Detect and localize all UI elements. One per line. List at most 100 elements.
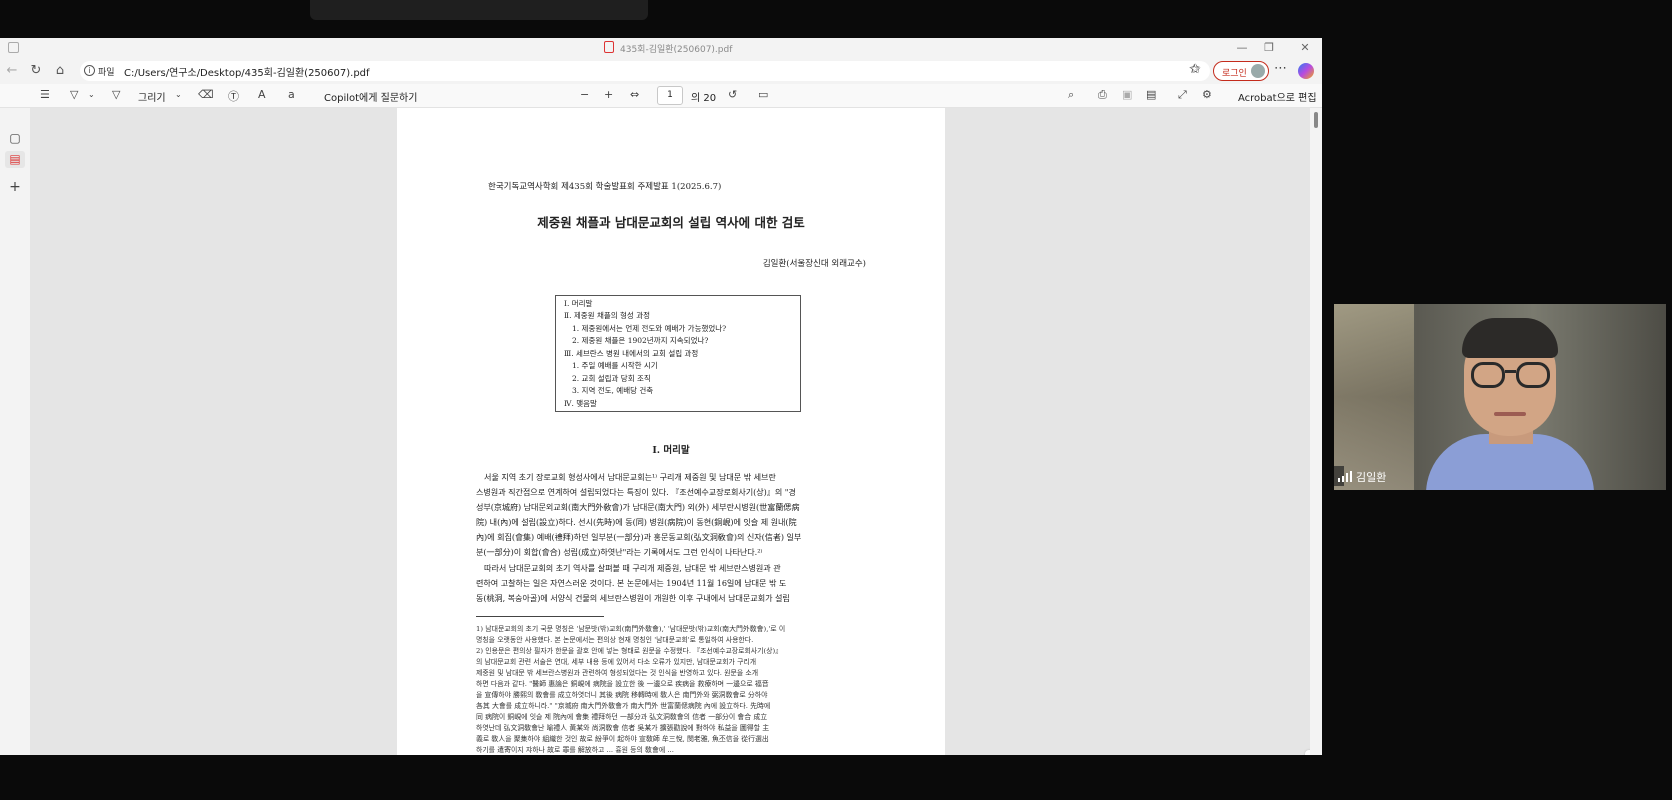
footnote-divider bbox=[476, 616, 604, 617]
copilot-icon[interactable] bbox=[1298, 63, 1314, 79]
scrollbar-thumb[interactable] bbox=[1314, 112, 1318, 128]
fullscreen-icon[interactable]: ⤢ bbox=[1178, 88, 1187, 102]
screen-share-bar bbox=[310, 0, 648, 20]
toc-item: Ⅳ. 맺음말 bbox=[564, 399, 597, 408]
favorites-icon[interactable]: ✩ bbox=[1190, 62, 1201, 77]
print-icon[interactable]: ⎙ bbox=[1098, 88, 1107, 102]
pdf-toolbar: ☰ ▽ ⌄ ▽ 그리기 ⌄ ⌫ Ⓣ A a Copilot에게 질문하기 − +… bbox=[0, 84, 1322, 108]
body-line: 동(桃洞, 복숭아골)에 서양식 건물의 세브란스병원이 개원한 이후 구내에서… bbox=[476, 593, 790, 603]
page-number-input[interactable]: 1 bbox=[657, 86, 683, 105]
save-as-icon[interactable]: ▤ bbox=[1146, 88, 1156, 101]
address-bar: ← ↻ ⌂ i 파일 C:/Users/연구소/Desktop/435회-김일환… bbox=[0, 58, 1322, 84]
document-author: 김일환(서울장신대 외래교수) bbox=[762, 259, 866, 269]
footnote-line: 명칭을 오랫동안 사용했다. 본 논문에서는 편의상 현재 명칭인 '남대문교회… bbox=[476, 636, 754, 644]
body-line: 련하여 고찰하는 일은 자연스러운 것이다. 본 논문에서는 1904년 11월… bbox=[476, 578, 787, 588]
url-text[interactable]: C:/Users/연구소/Desktop/435회-김일환(250607).pd… bbox=[124, 64, 370, 79]
body-line: 따라서 남대문교회의 초기 역사를 살펴볼 때 구리개 제중원, 남대문 밖 세… bbox=[476, 563, 781, 573]
url-field[interactable]: i 파일 C:/Users/연구소/Desktop/435회-김일환(25060… bbox=[80, 61, 1210, 81]
toc-item: 2. 제중원 채플은 1902년까지 지속되었나? bbox=[572, 336, 709, 345]
glasses-left bbox=[1471, 362, 1505, 388]
body-line: 성부(京城府) 남대문외교회(南大門外敎會)가 남대문(南大門) 외(外) 세부… bbox=[476, 502, 800, 512]
section-title: Ⅰ. 머리말 bbox=[652, 445, 690, 456]
more-menu-button[interactable]: ⋯ bbox=[1274, 61, 1287, 76]
footnote-line: 의 남대문교회 관련 서술은 연대, 세부 내용 등에 있어서 다소 오류가 있… bbox=[476, 658, 757, 666]
fit-page-icon[interactable]: ⇔ bbox=[630, 88, 639, 101]
body-line: 서울 지역 초기 장로교회 형성사에서 남대문교회는¹⁾ 구리개 제중원 및 남… bbox=[476, 472, 776, 482]
table-of-contents: Ⅰ. 머리말 Ⅱ. 제중원 채플의 형성 과정 1. 제중원에서는 언제 전도와… bbox=[555, 295, 801, 412]
close-button[interactable]: ✕ bbox=[1298, 41, 1312, 54]
draw-chevron-icon[interactable]: ⌄ bbox=[175, 90, 182, 99]
draw-icon[interactable]: ▽ bbox=[112, 88, 120, 101]
toc-item: Ⅱ. 제중원 채플의 형성 과정 bbox=[564, 311, 651, 320]
browser-window: 435회-김일환(250607).pdf — ❐ ✕ ← ↻ ⌂ i 파일 C:… bbox=[0, 38, 1322, 755]
translate-icon[interactable]: a bbox=[288, 88, 295, 101]
acrobat-edit-button[interactable]: Acrobat으로 편집 bbox=[1238, 89, 1317, 104]
video-person-mouth bbox=[1494, 412, 1526, 416]
glasses-right bbox=[1516, 362, 1550, 388]
pdf-file-icon bbox=[604, 41, 614, 53]
url-scheme-label: 파일 bbox=[98, 68, 115, 78]
glasses-bridge bbox=[1505, 370, 1516, 373]
pdf-tab-icon[interactable]: ▤ bbox=[7, 152, 23, 166]
zoom-out-icon[interactable]: − bbox=[580, 88, 589, 101]
left-rail: ▢ ▤ + bbox=[0, 108, 30, 755]
participant-name: 김일환 bbox=[1356, 471, 1387, 484]
footnote-line: 各其 大會를 成立하니라." "京城府 南大門外敎會가 南大門外 世富蘭偲病院 … bbox=[476, 702, 771, 710]
body-line: 院) 내(內)에 설립(設立)하다. 선시(先時)에 동(同) 병원(病院)이 … bbox=[476, 517, 797, 527]
new-tab-icon[interactable]: + bbox=[7, 179, 23, 195]
search-icon[interactable]: ⌕ bbox=[1068, 88, 1074, 102]
footnote-line: 하기를 遣寄이지 쟈하나 故로 罪를 解放하고 ... 흉원 등의 敎會에 ..… bbox=[476, 746, 674, 754]
footnote-line: 1) 남대문교회의 초기 국문 명칭은 '남문밧(밖)교회(南門外敎會),' '… bbox=[476, 625, 786, 633]
info-icon[interactable]: i bbox=[84, 65, 95, 76]
chevron-down-icon[interactable]: ⌄ bbox=[88, 90, 95, 99]
save-icon[interactable]: ▣ bbox=[1122, 88, 1132, 101]
minimize-button[interactable]: — bbox=[1235, 41, 1249, 54]
read-aloud-icon[interactable]: A bbox=[258, 88, 266, 101]
document-title: 제중원 채플과 남대문교회의 설립 역사에 대한 검토 bbox=[537, 215, 805, 230]
vertical-scrollbar[interactable] bbox=[1310, 108, 1322, 755]
copilot-ask-button[interactable]: Copilot에게 질문하기 bbox=[324, 89, 417, 104]
footnote-line: 義로 敎人을 聚集하야 組織한 것인 故로 紛爭이 起하야 宣敎師 牟三悅, 閔… bbox=[476, 735, 769, 743]
draw-label[interactable]: 그리기 bbox=[138, 89, 166, 104]
footnote-line: 을 宣傳하야 勝熙의 敎會를 成立하엿더니 其後 病院 移轉時에 敎人은 南門外… bbox=[476, 691, 768, 699]
pdf-viewport[interactable]: 한국기독교역사학회 제435회 학술발표회 주제발표 1(2025.6.7) 제… bbox=[30, 108, 1310, 755]
toc-item: 1. 제중원에서는 언제 전도와 예배가 가능했었나? bbox=[572, 324, 727, 333]
video-shelf bbox=[1334, 304, 1414, 490]
pdf-page: 한국기독교역사학회 제435회 학술발표회 주제발표 1(2025.6.7) 제… bbox=[397, 108, 945, 755]
footnote-line: 제중원 및 남대문 밖 세브란스병원과 관련하여 형성되었다는 것 인식을 반영… bbox=[476, 669, 759, 677]
rotate-icon[interactable]: ↺ bbox=[728, 88, 737, 101]
refresh-icon[interactable]: ↻ bbox=[28, 63, 44, 78]
avatar bbox=[1251, 64, 1265, 78]
footnote-line: 하면 다음과 같다. "醫師 惠論은 銅峴에 病院을 設立한 後 一邊으로 疾病… bbox=[476, 680, 769, 688]
zoom-in-icon[interactable]: + bbox=[604, 88, 613, 101]
document-header: 한국기독교역사학회 제435회 학술발표회 주제발표 1(2025.6.7) bbox=[488, 182, 722, 192]
text-box-icon[interactable]: Ⓣ bbox=[228, 88, 239, 104]
tab-list-icon[interactable]: ▢ bbox=[7, 131, 23, 145]
login-button[interactable]: 로그인 bbox=[1213, 61, 1269, 81]
settings-icon[interactable]: ⚙ bbox=[1202, 88, 1212, 101]
body-line: 분(一部分)이 회합(會合) 성립(成立)하엿난"라는 기록에서도 그런 인식이… bbox=[476, 547, 763, 557]
footnote-line: 하엿난데 弘文洞敎會난 喻禮人 黃某와 尚洞敎會 信者 吳某가 擴張勸說에 對하… bbox=[476, 724, 770, 732]
window-title: 435회-김일환(250607).pdf bbox=[620, 45, 733, 55]
back-icon[interactable]: ← bbox=[4, 63, 20, 78]
title-bar: 435회-김일환(250607).pdf — ❐ ✕ bbox=[0, 38, 1322, 58]
login-label: 로그인 bbox=[1222, 69, 1247, 79]
footnote-line: 2) 인용문은 편의상 필자가 한문을 괄호 안에 넣는 형태로 원문을 수정했… bbox=[476, 647, 783, 655]
restore-button[interactable]: ❐ bbox=[1262, 41, 1276, 54]
page-view-icon[interactable]: ▭ bbox=[758, 88, 768, 101]
body-line: 內)에 회집(會集) 예배(禮拜)하던 일부분(一部分)과 홍문동교회(弘文洞敎… bbox=[476, 532, 802, 542]
body-line: 스병원과 직간접으로 연계하여 설립되었다는 특징이 있다. 『조선예수교장로회… bbox=[476, 487, 796, 497]
toc-item: 3. 지역 전도, 예배당 건축 bbox=[572, 386, 654, 395]
toc-item: 2. 교회 설립과 당회 조직 bbox=[572, 374, 651, 383]
highlight-icon[interactable]: ▽ bbox=[70, 88, 78, 101]
eraser-icon[interactable]: ⌫ bbox=[198, 88, 214, 101]
toc-item: 1. 주일 예배를 시작한 시기 bbox=[572, 361, 658, 370]
participant-video: 김일환 bbox=[1334, 304, 1666, 490]
tab-actions-icon[interactable] bbox=[8, 42, 19, 53]
page-total: 의 20 bbox=[691, 93, 717, 104]
toc-item: Ⅰ. 머리말 bbox=[564, 299, 593, 308]
footnote-line: 同 病院이 銅峴에 잇슬 제 院內에 會集 禮拜하던 一部分과 弘文洞敎會의 信… bbox=[476, 713, 768, 721]
signal-strength-icon bbox=[1338, 471, 1352, 482]
contents-icon[interactable]: ☰ bbox=[40, 88, 50, 101]
home-icon[interactable]: ⌂ bbox=[52, 63, 68, 78]
